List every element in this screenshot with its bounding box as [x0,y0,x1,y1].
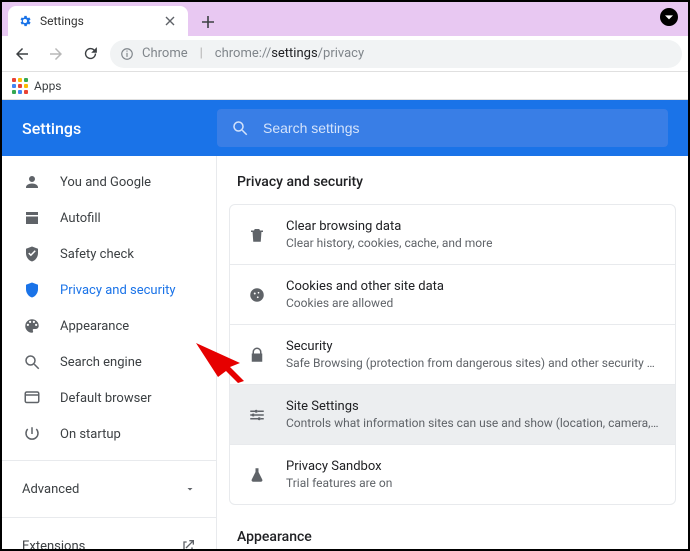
gear-icon [18,14,32,28]
omnibox-path-2: settings [271,46,317,61]
sidebar-item-you-and-google[interactable]: You and Google [2,164,216,200]
browser-toolbar: Chrome | chrome://settings/privacy [2,36,688,72]
sidebar-item-label: Privacy and security [60,283,176,298]
sliders-icon [246,406,268,424]
sidebar-item-label: Advanced [22,482,79,497]
row-cookies[interactable]: Cookies and other site data Cookies are … [230,264,675,324]
tab-title: Settings [40,14,154,28]
browser-tab-strip: Settings [2,2,688,36]
sidebar-advanced[interactable]: Advanced [2,469,216,509]
site-info-icon[interactable] [120,47,134,61]
palette-icon [22,316,42,336]
sidebar-extensions[interactable]: Extensions [2,526,216,551]
close-icon[interactable] [162,13,178,29]
row-subtitle: Clear history, cookies, cache, and more [286,236,659,250]
shield-check-icon [22,244,42,264]
settings-sidebar: You and Google Autofill Safety check Pri… [2,156,217,551]
sidebar-item-label: Default browser [60,391,152,406]
row-subtitle: Trial features are on [286,476,659,490]
section-title-privacy: Privacy and security [217,174,688,204]
omnibox-path-1: chrome:// [215,46,271,61]
search-icon [231,119,249,137]
chevron-down-icon [184,483,196,495]
browser-tab[interactable]: Settings [8,6,188,36]
sidebar-item-label: Appearance [60,319,129,334]
cookie-icon [246,286,268,304]
row-title: Clear browsing data [286,219,659,234]
row-security[interactable]: Security Safe Browsing (protection from … [230,324,675,384]
row-subtitle: Safe Browsing (protection from dangerous… [286,356,659,370]
forward-button[interactable] [42,40,70,68]
apps-icon[interactable] [12,78,28,94]
row-subtitle: Cookies are allowed [286,296,659,310]
sidebar-item-label: Autofill [60,211,101,226]
open-external-icon [180,538,196,551]
row-privacy-sandbox[interactable]: Privacy Sandbox Trial features are on [230,444,675,504]
reload-button[interactable] [76,40,104,68]
row-clear-browsing-data[interactable]: Clear browsing data Clear history, cooki… [230,205,675,264]
row-title: Privacy Sandbox [286,459,659,474]
sidebar-item-autofill[interactable]: Autofill [2,200,216,236]
person-icon [22,172,42,192]
power-icon [22,424,42,444]
new-tab-button[interactable] [194,8,222,36]
search-settings[interactable] [217,109,668,147]
sidebar-item-search-engine[interactable]: Search engine [2,344,216,380]
privacy-card: Clear browsing data Clear history, cooki… [229,204,676,505]
sidebar-item-label: On startup [60,427,121,442]
page-title: Settings [22,119,217,138]
sidebar-item-safety-check[interactable]: Safety check [2,236,216,272]
bookmark-bar: Apps [2,72,688,100]
sidebar-item-label: Extensions [22,539,85,551]
settings-header: Settings [2,100,688,156]
sidebar-item-privacy[interactable]: Privacy and security [2,272,216,308]
settings-main: Privacy and security Clear browsing data… [217,156,688,551]
sidebar-item-appearance[interactable]: Appearance [2,308,216,344]
flask-icon [246,466,268,484]
omnibox-prefix: Chrome [142,46,188,61]
row-site-settings[interactable]: Site Settings Controls what information … [230,384,675,444]
row-title: Security [286,339,659,354]
shield-icon [22,280,42,300]
back-button[interactable] [8,40,36,68]
sidebar-item-label: Search engine [60,355,142,370]
address-bar[interactable]: Chrome | chrome://settings/privacy [110,40,682,68]
row-subtitle: Controls what information sites can use … [286,416,659,430]
browser-icon [22,388,42,408]
sidebar-item-label: Safety check [60,247,134,262]
row-title: Site Settings [286,399,659,414]
search-icon [22,352,42,372]
section-title-appearance: Appearance [217,529,688,551]
row-title: Cookies and other site data [286,279,659,294]
sidebar-item-default-browser[interactable]: Default browser [2,380,216,416]
trash-icon [246,226,268,244]
autofill-icon [22,208,42,228]
search-input[interactable] [261,119,654,137]
sidebar-item-on-startup[interactable]: On startup [2,416,216,452]
apps-label[interactable]: Apps [34,79,62,93]
window-control-icon[interactable] [660,8,678,26]
lock-icon [246,346,268,364]
sidebar-item-label: You and Google [60,175,151,190]
omnibox-path-3: /privacy [318,46,364,61]
